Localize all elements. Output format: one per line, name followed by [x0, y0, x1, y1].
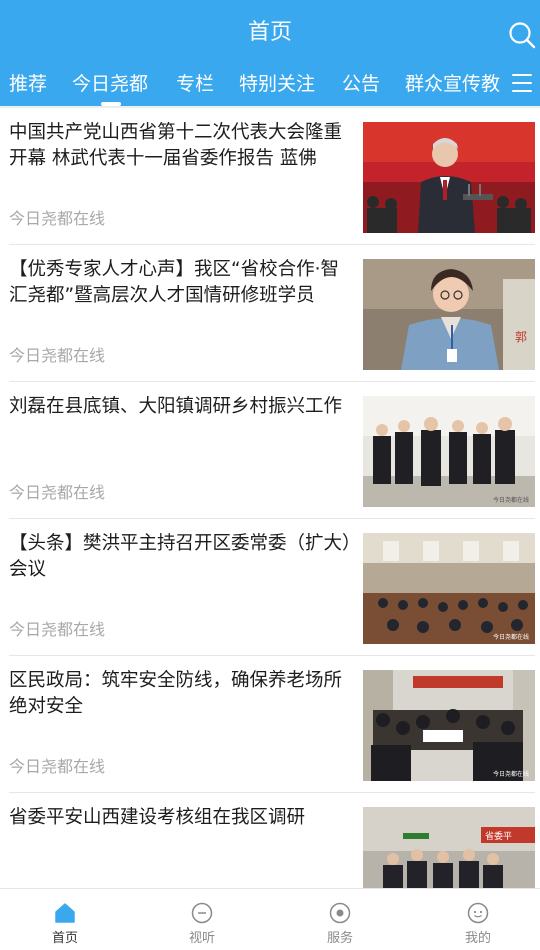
article-title: 中国共产党山西省第十二次代表大会隆重开幕 林武代表十一届省委作报告 蓝佛: [9, 122, 343, 169]
list-item[interactable]: 【优秀专家人才心声】我区“省校合作·智汇尧都”暨高层次人才国情研修班学员 今日尧…: [0, 245, 540, 382]
tabbar-label: 视听: [188, 931, 215, 946]
tabbar-label: 服务: [326, 931, 353, 946]
channel-tabs: 推荐 今日尧都 专栏 特别关注 公告 群众宣传教: [0, 66, 540, 102]
search-icon[interactable]: [507, 20, 537, 50]
tab-recommend[interactable]: 推荐: [9, 70, 47, 98]
tab-announcement[interactable]: 公告: [342, 70, 380, 98]
article-title: 【头条】樊洪平主持召开区委常委（扩大）会议: [9, 533, 352, 580]
article-thumbnail: 今日尧都在线: [363, 533, 535, 644]
article-thumbnail: 今日尧都在线: [363, 670, 535, 781]
article-title: 区民政局：筑牢安全防线，确保养老场所绝对安全: [9, 670, 343, 717]
article-source: 今日尧都在线: [9, 620, 106, 639]
home-icon: [55, 903, 75, 923]
article-thumbnail: 今日尧都在线: [363, 396, 535, 507]
svg-text:省委平: 省委平: [485, 830, 512, 842]
tabbar-item-home[interactable]: 首页: [15, 889, 115, 950]
list-item[interactable]: 刘磊在县底镇、大阳镇调研乡村振兴工作 今日尧都在线 今日尧都在线: [0, 382, 540, 519]
article-source: 今日尧都在线: [9, 757, 106, 776]
svg-text:今日尧都在线: 今日尧都在线: [493, 496, 529, 504]
article-title: 刘磊在县底镇、大阳镇调研乡村振兴工作: [9, 396, 343, 417]
tabbar-label: 我的: [464, 931, 491, 946]
tab-column[interactable]: 专栏: [176, 70, 214, 98]
bottom-tab-bar: 首页 视听 服务 我的: [0, 888, 540, 950]
tab-public-promotion[interactable]: 群众宣传教: [405, 70, 501, 98]
app-header: 首页 推荐 今日尧都 专栏 特别关注 公告 群众宣传教: [0, 0, 540, 106]
service-icon: [329, 902, 351, 924]
article-title: 【优秀专家人才心声】我区“省校合作·智汇尧都”暨高层次人才国情研修班学员: [9, 259, 339, 306]
list-item[interactable]: 区民政局：筑牢安全防线，确保养老场所绝对安全 今日尧都在线 今日尧都在线: [0, 656, 540, 793]
article-thumbnail: 郭: [363, 259, 535, 370]
tabbar-item-video[interactable]: 视听: [152, 889, 252, 950]
svg-text:郭: 郭: [515, 330, 527, 344]
article-source: 今日尧都在线: [9, 483, 106, 502]
svg-text:今日尧都在线: 今日尧都在线: [493, 633, 529, 641]
article-source: 今日尧都在线: [9, 346, 106, 365]
article-title: 省委平安山西建设考核组在我区调研: [9, 807, 306, 828]
profile-icon: [467, 902, 489, 924]
page-title: 首页: [247, 20, 292, 45]
tabbar-item-service[interactable]: 服务: [290, 889, 390, 950]
menu-icon[interactable]: [512, 74, 532, 92]
tabbar-label: 首页: [51, 931, 78, 946]
video-icon: [191, 902, 213, 924]
list-item[interactable]: 【头条】樊洪平主持召开区委常委（扩大）会议 今日尧都在线 今日尧都在线: [0, 519, 540, 656]
svg-text:今日尧都在线: 今日尧都在线: [493, 770, 529, 778]
article-source: 今日尧都在线: [9, 209, 106, 228]
tab-special-focus[interactable]: 特别关注: [239, 70, 315, 98]
tabbar-item-mine[interactable]: 我的: [428, 889, 528, 950]
list-item[interactable]: 中国共产党山西省第十二次代表大会隆重开幕 林武代表十一届省委作报告 蓝佛 今日尧…: [0, 108, 540, 245]
tab-today-yaodu[interactable]: 今日尧都: [72, 70, 148, 98]
article-thumbnail: [363, 122, 535, 233]
